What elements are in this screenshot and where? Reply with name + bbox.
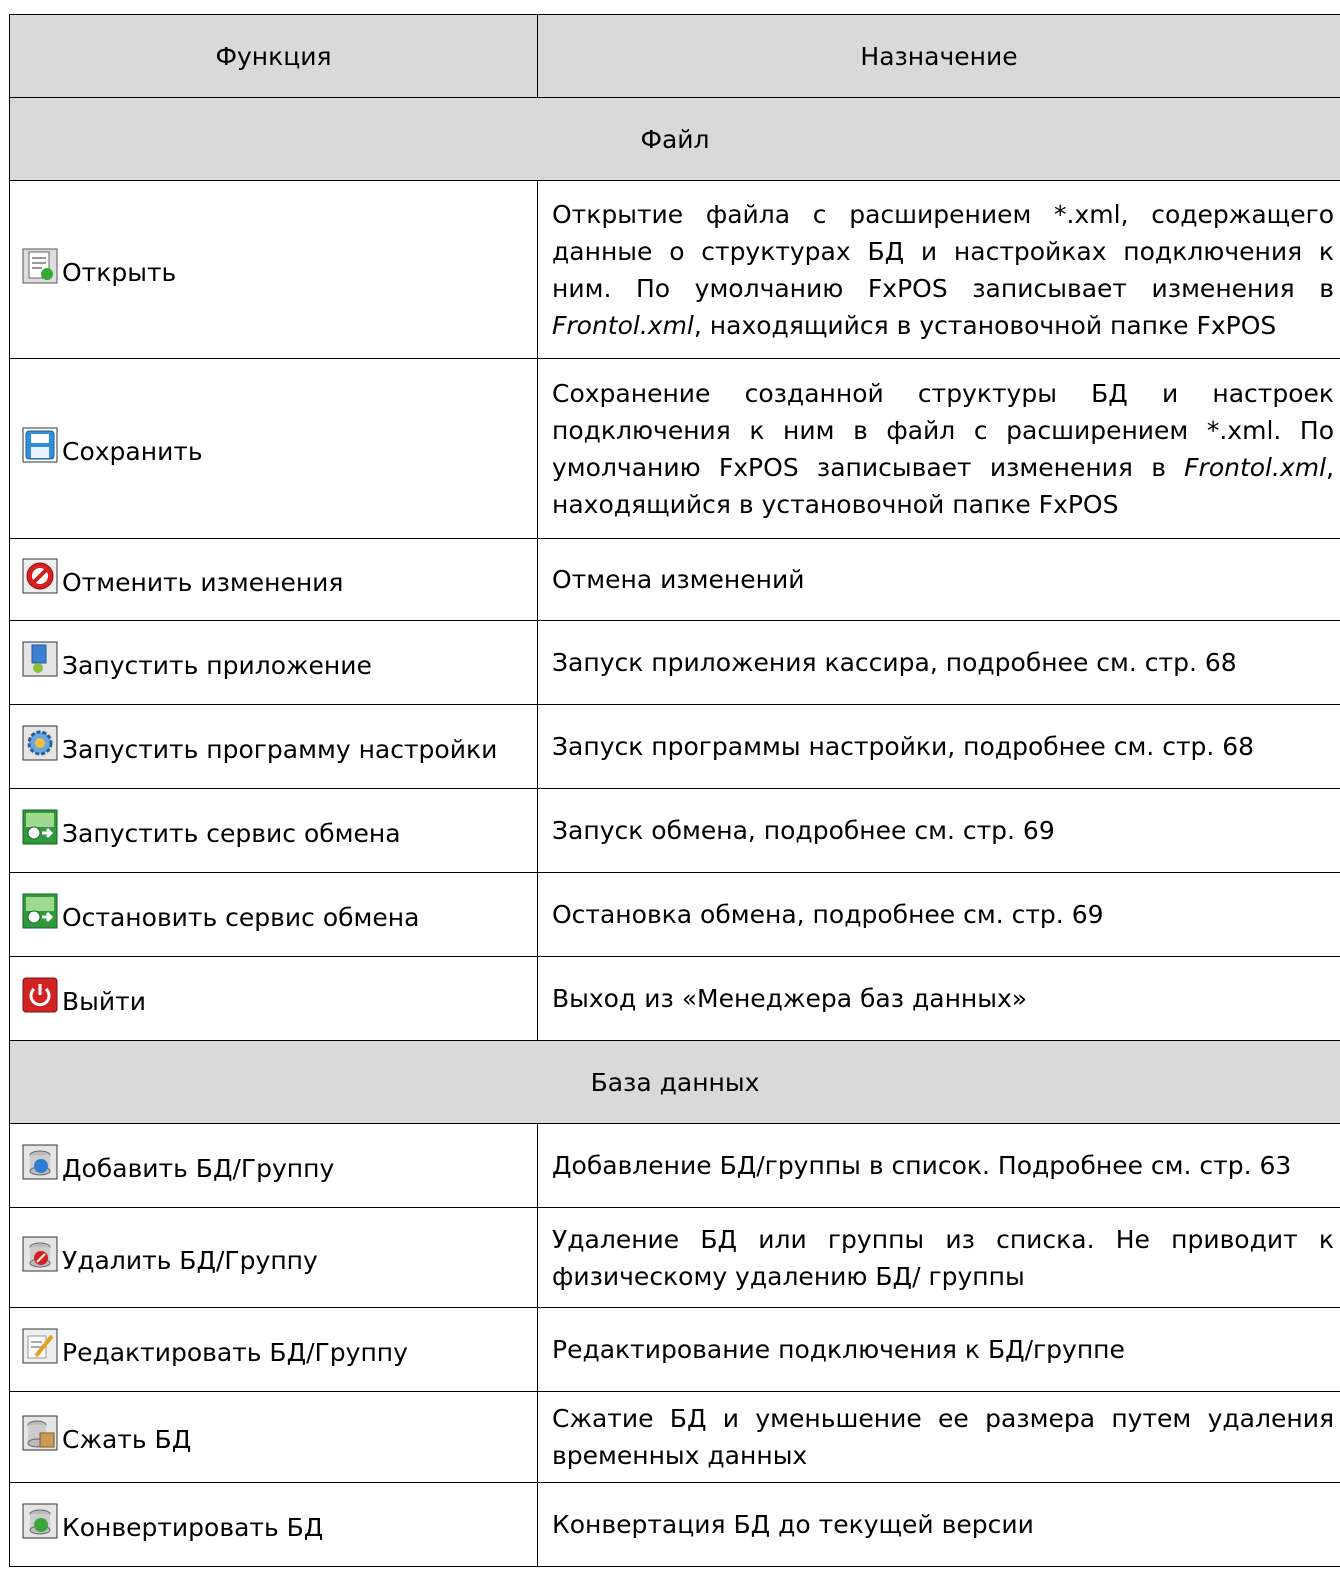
delete-database-icon: [22, 1236, 58, 1272]
exchange-service-icon: [22, 893, 58, 929]
function-cell: Запустить программу настройки: [9, 704, 538, 789]
purpose-cell: Запуск обмена, подробнее см. стр. 69: [537, 788, 1340, 873]
purpose-cell: Отмена изменений: [537, 538, 1340, 621]
purpose-cell: Сжатие БД и уменьшение ее размера путем …: [537, 1391, 1340, 1483]
header-row: Функция Назначение: [9, 14, 1340, 98]
table-row: Остановить сервис обмена Остановка обмен…: [9, 872, 1340, 957]
table-row: Добавить БД/Группу Добавление БД/группы …: [9, 1123, 1340, 1208]
open-file-icon: [22, 248, 58, 284]
function-label: Сжать БД: [62, 1425, 192, 1454]
function-cell: Остановить сервис обмена: [9, 872, 538, 957]
function-cell: Сжать БД: [9, 1391, 538, 1483]
function-label: Открыть: [62, 257, 177, 287]
function-cell: Редактировать БД/Группу: [9, 1307, 538, 1392]
purpose-text: Открытие файла с расширением *.xml, соде…: [552, 199, 1334, 303]
function-label: Отменить изменения: [62, 567, 344, 597]
function-label: Редактировать БД/Группу: [62, 1337, 408, 1367]
function-cell: Удалить БД/Группу: [9, 1207, 538, 1308]
cancel-icon: [22, 558, 58, 594]
section-title: База данных: [9, 1040, 1340, 1124]
section-row-file: Файл: [9, 97, 1340, 181]
table-row: Запустить программу настройки Запуск про…: [9, 704, 1340, 789]
power-exit-icon: [22, 977, 58, 1013]
purpose-cell: Выход из «Менеджера баз данных»: [537, 956, 1340, 1041]
save-disk-icon: [22, 427, 58, 463]
purpose-cell: Редактирование подключения к БД/группе: [537, 1307, 1340, 1392]
function-label: Запустить программу настройки: [62, 734, 498, 764]
function-label: Удалить БД/Группу: [62, 1245, 318, 1275]
function-label: Конвертировать БД: [62, 1512, 324, 1542]
table-row: Сжать БД Сжатие БД и уменьшение ее разме…: [9, 1391, 1340, 1483]
exchange-service-icon: [22, 809, 58, 845]
function-cell: Запустить приложение: [9, 620, 538, 705]
purpose-filename: Frontol.xml: [552, 310, 694, 340]
launch-app-icon: [22, 641, 58, 677]
function-cell: Выйти: [9, 956, 538, 1041]
purpose-filename: Frontol.xml: [1184, 452, 1327, 482]
function-cell: Отменить изменения: [9, 538, 538, 621]
edit-database-icon: [22, 1328, 58, 1364]
add-database-icon: [22, 1144, 58, 1180]
purpose-cell: Сохранение созданной структуры БД и наст…: [537, 358, 1340, 539]
table-row: Редактировать БД/Группу Редактирование п…: [9, 1307, 1340, 1392]
table-row: Открыть Открытие файла с расширением *.x…: [9, 180, 1340, 359]
table-row: Запустить сервис обмена Запуск обмена, п…: [9, 788, 1340, 873]
header-purpose: Назначение: [537, 14, 1340, 98]
purpose-cell: Удаление БД или группы из списка. Не при…: [537, 1207, 1340, 1308]
table-row: Выйти Выход из «Менеджера баз данных»: [9, 956, 1340, 1041]
function-cell: Добавить БД/Группу: [9, 1123, 538, 1208]
table-row: Конвертировать БД Конвертация БД до теку…: [9, 1482, 1340, 1567]
purpose-cell: Добавление БД/группы в список. Подробнее…: [537, 1123, 1340, 1208]
table-row: Удалить БД/Группу Удаление БД или группы…: [9, 1207, 1340, 1308]
header-function: Функция: [9, 14, 538, 98]
function-label: Добавить БД/Группу: [62, 1153, 335, 1183]
settings-gear-icon: [22, 725, 58, 761]
function-label: Запустить приложение: [62, 650, 372, 680]
table-row: Запустить приложение Запуск приложения к…: [9, 620, 1340, 705]
purpose-cell: Запуск программы настройки, подробнее см…: [537, 704, 1340, 789]
section-row-database: База данных: [9, 1040, 1340, 1124]
purpose-cell: Запуск приложения кассира, подробнее см.…: [537, 620, 1340, 705]
purpose-cell: Открытие файла с расширением *.xml, соде…: [537, 180, 1340, 359]
function-label: Остановить сервис обмена: [62, 902, 420, 932]
function-label: Сохранить: [62, 436, 203, 466]
convert-database-icon: [22, 1503, 58, 1539]
table-row: Сохранить Сохранение созданной структуры…: [9, 358, 1340, 539]
function-cell: Сохранить: [9, 358, 538, 539]
function-cell: Запустить сервис обмена: [9, 788, 538, 873]
table-row: Отменить изменения Отмена изменений: [9, 538, 1340, 621]
function-label: Выйти: [62, 986, 146, 1016]
purpose-cell: Остановка обмена, подробнее см. стр. 69: [537, 872, 1340, 957]
functions-table: Функция Назначение Файл Открыть Открытие…: [9, 14, 1340, 1567]
section-title: Файл: [9, 97, 1340, 181]
function-cell: Открыть: [9, 180, 538, 359]
compress-database-icon: [22, 1415, 58, 1451]
purpose-text-end: , находящийся в установочной папке FxPOS: [693, 310, 1277, 340]
purpose-cell: Конвертация БД до текущей версии: [537, 1482, 1340, 1567]
function-cell: Конвертировать БД: [9, 1482, 538, 1567]
function-label: Запустить сервис обмена: [62, 818, 401, 848]
